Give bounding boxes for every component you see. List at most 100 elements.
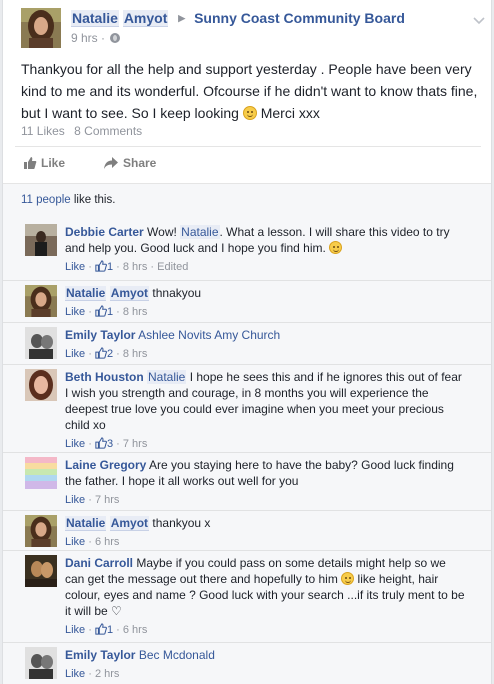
comment-time[interactable]: 2 hrs	[95, 668, 119, 680]
commenter-name[interactable]: Beth Houston	[65, 370, 144, 384]
likes-summary: 11 people like this.	[3, 183, 491, 216]
comment-tag[interactable]: Amy Church	[214, 328, 280, 342]
chevron-down-icon[interactable]	[473, 12, 485, 28]
comment-time[interactable]: 8 hrs	[123, 348, 147, 360]
meta-separator: ·	[113, 306, 123, 318]
comment-like-button[interactable]: Like	[65, 668, 85, 680]
comment-meta: Like · 7 hrs	[65, 492, 465, 508]
comment-item: Beth Houston Natalie I hope he sees this…	[3, 364, 491, 452]
commenter-avatar[interactable]	[25, 555, 57, 587]
heart-icon: ♡	[111, 604, 122, 618]
comment-time[interactable]: 8 hrs	[123, 261, 147, 273]
likes-count[interactable]: 11 Likes	[21, 124, 65, 138]
comment-item: Emily Taylor Ashlee Novits Amy Church Li…	[3, 322, 491, 364]
meta-separator: ·	[85, 261, 95, 273]
meta-separator: ·	[85, 438, 95, 450]
commenter-name[interactable]: Laine Gregory	[65, 458, 146, 472]
commenter-last-name[interactable]: Amyot	[109, 286, 150, 301]
comment-tag[interactable]: Natalie	[180, 225, 220, 239]
comment-time[interactable]: 7 hrs	[95, 494, 119, 506]
smile-emoji-icon	[329, 241, 343, 254]
commenter-avatar[interactable]	[25, 369, 57, 401]
share-label: Share	[123, 156, 157, 170]
comment-like-button[interactable]: Like	[65, 438, 85, 450]
group-name[interactable]: Sunny Coast Community Board	[194, 10, 405, 26]
comment-like-button[interactable]: Like	[65, 624, 85, 636]
comment-time[interactable]: 7 hrs	[123, 438, 147, 450]
comment-like-button[interactable]: Like	[65, 536, 85, 548]
comment-meta: Like · 6 hrs	[65, 534, 465, 550]
comment-body: Natalie Amyot thnakyou Like · 1 · 8 hrs	[65, 285, 465, 322]
share-button[interactable]: Share	[103, 156, 156, 170]
comment-like-button[interactable]: Like	[65, 494, 85, 506]
comment-meta: Like · 2 hrs	[65, 666, 465, 682]
commenter-name[interactable]: Debbie Carter	[65, 225, 144, 239]
post-header: Natalie Amyot ▶ Sunny Coast Community Bo…	[21, 8, 485, 48]
commenter-avatar[interactable]	[25, 327, 57, 359]
commenter-name[interactable]: Dani Carroll	[65, 556, 133, 570]
meta-separator: ·	[85, 494, 95, 506]
meta-separator: ·	[85, 306, 95, 318]
comment-tag[interactable]: Ashlee Novits	[138, 328, 211, 342]
commenter-avatar[interactable]	[25, 457, 57, 489]
author-name[interactable]: Natalie	[71, 10, 119, 27]
commenter-name[interactable]: Emily Taylor	[65, 648, 135, 662]
comment-time[interactable]: 6 hrs	[95, 536, 119, 548]
post-header-names: Natalie Amyot ▶ Sunny Coast Community Bo…	[71, 10, 405, 27]
comment-body: Emily Taylor Bec Mcdonald Like · 2 hrs	[65, 647, 465, 682]
comment-meta: Like · 1 · 6 hrs	[65, 622, 465, 640]
globe-icon	[110, 33, 121, 43]
comment-item: Emily Taylor Bec Mcdonald Like · 2 hrs	[3, 642, 491, 684]
likes-people-link[interactable]: 11 people	[21, 194, 71, 206]
comment-body: Natalie Amyot thankyou x Like · 6 hrs	[65, 515, 465, 550]
comment-tag[interactable]: Natalie	[147, 370, 187, 384]
divider	[15, 146, 481, 147]
like-button[interactable]: Like	[23, 156, 65, 170]
comment-like-button[interactable]: Like	[65, 306, 85, 318]
likes-rest-text: like this.	[70, 194, 116, 206]
author-avatar[interactable]	[21, 8, 61, 48]
thumbs-up-icon	[95, 623, 107, 640]
commenter-avatar[interactable]	[25, 224, 57, 256]
commenter-name[interactable]: Emily Taylor	[65, 328, 135, 342]
commenter-avatar[interactable]	[25, 515, 57, 547]
post-meta: 9 hrs ·	[71, 31, 121, 45]
comment-time[interactable]: 8 hrs	[123, 306, 147, 318]
comment-meta: Like · 1 · 8 hrs	[65, 304, 465, 322]
commenter-last-name[interactable]: Amyot	[109, 516, 150, 531]
post-card: Natalie Amyot ▶ Sunny Coast Community Bo…	[2, 0, 492, 684]
thumbs-up-icon	[24, 157, 37, 169]
meta-separator: ·	[85, 624, 95, 636]
smile-emoji-icon	[341, 572, 355, 585]
comment-item: Debbie Carter Wow! Natalie. What a lesso…	[3, 216, 491, 280]
comment-body: Beth Houston Natalie I hope he sees this…	[65, 369, 465, 454]
smile-emoji-icon	[242, 106, 257, 120]
post-time[interactable]: 9 hrs	[71, 31, 98, 45]
meta-separator: ·	[85, 668, 95, 680]
meta-separator: ·	[113, 261, 123, 273]
thumbs-up-icon	[95, 347, 107, 364]
comment-body: Debbie Carter Wow! Natalie. What a lesso…	[65, 224, 465, 277]
post-counts: 11 Likes 8 Comments	[21, 124, 148, 138]
comment-body: Dani Carroll Maybe if you could pass on …	[65, 555, 465, 640]
commenter-avatar[interactable]	[25, 285, 57, 317]
meta-separator: ·	[113, 348, 123, 360]
comment-like-button[interactable]: Like	[65, 348, 85, 360]
meta-separator: ·	[147, 261, 158, 273]
comments-count[interactable]: 8 Comments	[74, 124, 142, 138]
comment-time[interactable]: 6 hrs	[123, 624, 147, 636]
comment-item: Dani Carroll Maybe if you could pass on …	[3, 550, 491, 642]
thumbs-up-icon	[95, 305, 107, 322]
commenter-name[interactable]: Natalie	[65, 516, 107, 531]
meta-separator: ·	[85, 348, 95, 360]
comment-item: Natalie Amyot thnakyou Like · 1 · 8 hrs	[3, 280, 491, 322]
like-label: Like	[41, 156, 66, 170]
comment-tag[interactable]: Bec Mcdonald	[139, 648, 215, 662]
comment-like-button[interactable]: Like	[65, 261, 85, 273]
commenter-avatar[interactable]	[25, 647, 57, 679]
meta-separator: ·	[97, 31, 109, 45]
comment-edited[interactable]: Edited	[157, 261, 188, 273]
commenter-name[interactable]: Natalie	[65, 286, 107, 301]
comments-list: Debbie Carter Wow! Natalie. What a lesso…	[3, 216, 491, 684]
author-last-name[interactable]: Amyot	[122, 10, 169, 27]
